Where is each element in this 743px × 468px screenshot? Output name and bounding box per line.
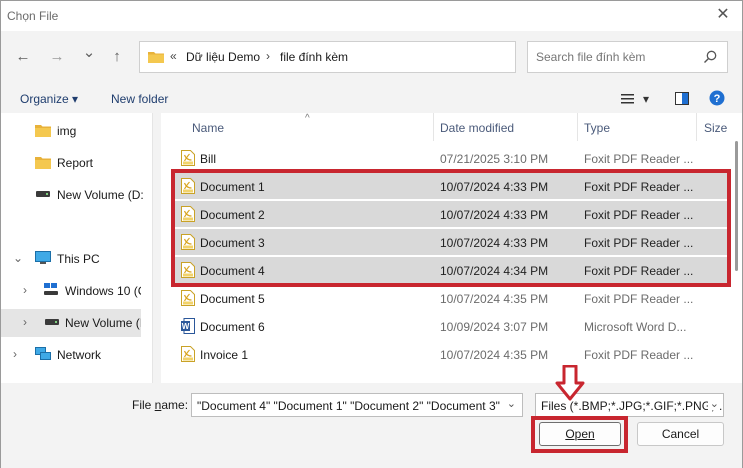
sidebar-item-new-volume-i[interactable]: › New Volume (I: [1, 309, 141, 337]
chevron-down-icon: ▾: [72, 92, 79, 106]
file-name: Bill: [200, 152, 217, 166]
up-folder-icon[interactable]: ↑: [107, 47, 127, 67]
chevron-right-icon[interactable]: ›: [23, 283, 27, 297]
sidebar-item-report[interactable]: Report: [1, 149, 141, 177]
pdf-icon: [181, 150, 195, 166]
navigation-bar: ← → ⌄ ↑ « Dữ liệu Demo › file đính kèm: [1, 31, 742, 83]
breadcrumb-separator-icon: ›: [266, 49, 270, 63]
column-divider[interactable]: [696, 113, 697, 141]
organize-label: Organize: [20, 92, 69, 106]
preview-pane-icon[interactable]: [675, 92, 689, 105]
file-name-input[interactable]: "Document 4" "Document 1" "Document 2" "…: [191, 393, 523, 417]
organize-button[interactable]: Organize ▾: [20, 92, 78, 106]
folder-icon: [35, 157, 51, 169]
sidebar-item-label: img: [57, 124, 77, 138]
drive-icon: [36, 191, 50, 197]
file-date-modified: 10/07/2024 4:35 PM: [440, 292, 549, 306]
sidebar-item-label: New Volume (D:: [57, 188, 143, 202]
dialog-footer: File name: "Document 4" "Document 1" "Do…: [1, 383, 742, 468]
close-icon[interactable]: ✕: [714, 6, 732, 24]
column-header-name[interactable]: Name: [192, 121, 224, 135]
sidebar-item-label: New Volume (I: [65, 316, 141, 330]
sidebar-item-new-volume-d[interactable]: New Volume (D:: [1, 181, 143, 209]
pc-icon: [35, 251, 51, 264]
search-input[interactable]: [536, 49, 696, 65]
window-title: Chọn File: [7, 9, 59, 23]
breadcrumb-overflow-icon[interactable]: «: [170, 49, 177, 63]
search-icon[interactable]: [703, 50, 717, 64]
column-header-type[interactable]: Type: [584, 121, 610, 135]
recent-locations-icon[interactable]: ⌄: [79, 43, 99, 63]
chevron-right-icon[interactable]: ›: [23, 315, 27, 329]
file-date-modified: 10/07/2024 4:35 PM: [440, 348, 549, 362]
file-type: Foxit PDF Reader ...: [584, 292, 694, 306]
pdf-icon: [181, 290, 195, 306]
sidebar-item-this-pc[interactable]: ⌄ This PC: [1, 245, 141, 273]
folder-icon: [35, 125, 51, 137]
address-bar[interactable]: « Dữ liệu Demo › file đính kèm: [139, 41, 516, 73]
selected-files-highlight: [171, 169, 731, 287]
svg-text:W: W: [182, 322, 190, 331]
chevron-right-icon[interactable]: ›: [13, 347, 17, 361]
drive-icon: [45, 319, 59, 325]
view-list-icon[interactable]: [621, 94, 634, 104]
help-glyph: ?: [714, 93, 721, 105]
sidebar-item-label: Network: [57, 348, 102, 362]
word-icon: W: [181, 318, 195, 334]
column-header-date-modified[interactable]: Date modified: [440, 121, 514, 135]
view-options-dropdown[interactable]: ▾: [643, 92, 649, 106]
open-button-highlight: [531, 416, 628, 453]
network-icon: [35, 347, 51, 360]
new-folder-button[interactable]: New folder: [111, 92, 168, 106]
back-icon[interactable]: ←: [13, 47, 33, 67]
help-icon[interactable]: ?: [709, 90, 725, 106]
file-type-filter-value: Files (*.BMP;*.JPG;*.GIF;*.PNG;*.: [541, 399, 723, 413]
file-name: Document 5: [200, 292, 265, 306]
chevron-down-icon[interactable]: ⌄: [507, 397, 516, 410]
sidebar-item-label: This PC: [57, 252, 100, 266]
sort-ascending-icon: ^: [305, 113, 310, 124]
file-row[interactable]: Invoice 1 10/07/2024 4:35 PM Foxit PDF Rea…: [175, 341, 727, 367]
column-divider[interactable]: [577, 113, 578, 141]
search-box[interactable]: [527, 41, 728, 73]
arrow-down-icon: [555, 365, 585, 401]
folder-icon: [148, 52, 164, 63]
file-type: Foxit PDF Reader ...: [584, 348, 694, 362]
navigation-pane: img Report New Volume (D: ⌄ This PC › Wi…: [1, 113, 153, 435]
file-name-label: File name:: [132, 398, 189, 412]
file-date-modified: 07/21/2025 3:10 PM: [440, 152, 549, 166]
command-bar: Organize ▾ New folder ▾ ?: [1, 85, 742, 113]
sidebar-item-network[interactable]: › Network: [1, 341, 141, 369]
file-type: Microsoft Word D...: [584, 320, 687, 334]
sidebar-item-img[interactable]: img: [1, 117, 141, 145]
file-name-value: "Document 4" "Document 1" "Document 2" "…: [197, 399, 500, 413]
file-list-scrollbar[interactable]: [735, 141, 738, 271]
breadcrumb-item[interactable]: Dữ liệu Demo: [186, 50, 260, 64]
column-divider[interactable]: [433, 113, 434, 141]
column-header-size[interactable]: Size: [704, 121, 727, 135]
chevron-down-icon[interactable]: ⌄: [13, 251, 23, 265]
chevron-down-icon[interactable]: ⌄: [707, 397, 719, 410]
sidebar-item-label: Report: [57, 156, 94, 170]
file-date-modified: 10/09/2024 3:07 PM: [440, 320, 549, 334]
file-row[interactable]: Bill 07/21/2025 3:10 PM Foxit PDF Reader .…: [175, 145, 727, 171]
pdf-icon: [181, 346, 195, 362]
sidebar-item-label: Windows 10 (C: [65, 284, 141, 298]
file-name: Invoice 1: [200, 348, 249, 362]
file-name: Document 6: [200, 320, 265, 334]
file-dialog: Chọn File ✕ ← → ⌄ ↑ « Dữ liệu Demo › fil…: [0, 0, 743, 468]
file-type: Foxit PDF Reader ...: [584, 152, 694, 166]
title-bar: Chọn File ✕: [1, 1, 742, 31]
windows-drive-icon: [44, 283, 58, 295]
forward-icon[interactable]: →: [47, 47, 67, 67]
cancel-button[interactable]: Cancel: [637, 422, 724, 446]
sidebar-item-windows-10-c[interactable]: › Windows 10 (C: [1, 277, 141, 305]
file-row[interactable]: W Document 6 10/09/2024 3:07 PM Microsoft W…: [175, 313, 727, 339]
breadcrumb-item[interactable]: file đính kèm: [280, 50, 348, 64]
file-row[interactable]: Document 5 10/07/2024 4:35 PM Foxit PDF Re…: [175, 285, 727, 311]
